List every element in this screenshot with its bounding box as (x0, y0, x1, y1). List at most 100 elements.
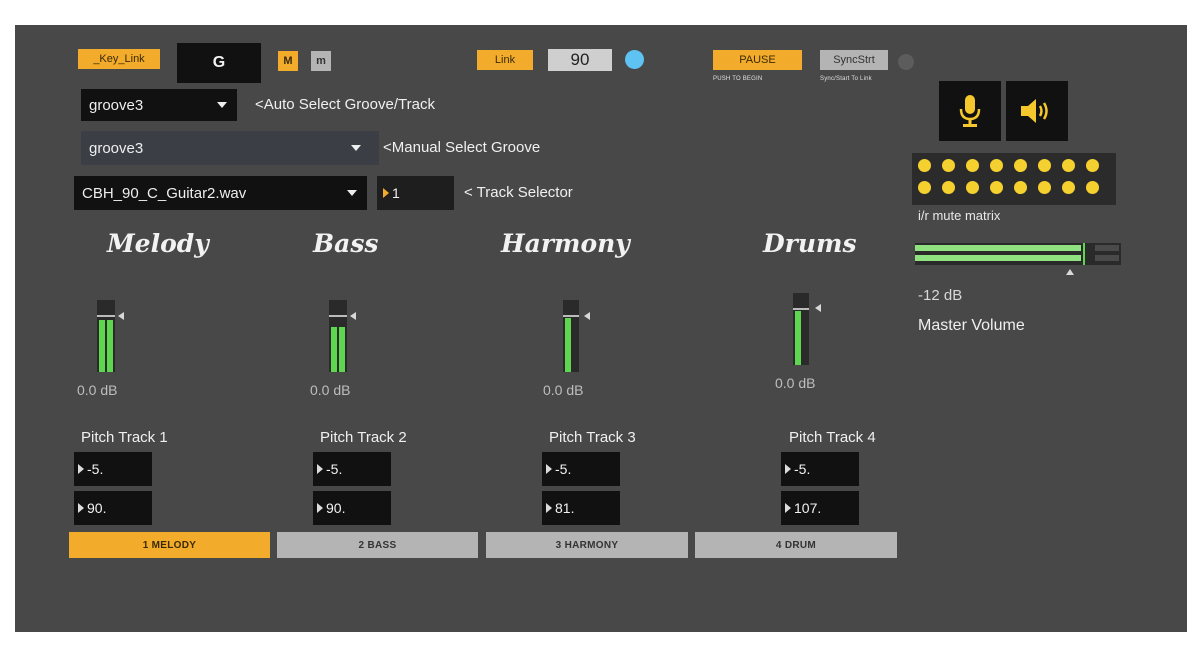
chevron-down-icon (351, 145, 361, 151)
pitch-track-label-4: Pitch Track 4 (789, 429, 876, 446)
meter-level-bass (331, 327, 337, 372)
fader-handle[interactable] (563, 315, 579, 317)
mute-dot[interactable] (990, 181, 1003, 194)
channel-title-drums: Drums (763, 229, 857, 258)
master-volume-marker (1066, 269, 1074, 275)
fader-handle[interactable] (793, 308, 809, 310)
triangle-right-icon (785, 464, 791, 474)
track-tempo-value-1: 90. (87, 500, 107, 516)
mute-dot[interactable] (966, 181, 979, 194)
triangle-right-icon (317, 503, 323, 513)
master-db-readout: -12 dB (918, 287, 963, 304)
meter-bass[interactable] (329, 300, 347, 372)
meter-level-drums (795, 311, 801, 365)
mute-dot[interactable] (918, 181, 931, 194)
transpose-field-2[interactable]: -5. (313, 452, 391, 486)
transpose-field-3[interactable]: -5. (542, 452, 620, 486)
manual-groove-label: <Manual Select Groove (383, 139, 541, 156)
sync-caption: Sync/Start To Link (820, 76, 872, 82)
pitch-track-label-1: Pitch Track 1 (81, 429, 168, 446)
chevron-down-icon (217, 102, 227, 108)
track-button-melody[interactable]: 1 MELODY (69, 532, 270, 558)
fader-handle[interactable] (329, 315, 347, 317)
key-link-button[interactable]: _Key_Link (78, 49, 160, 69)
mute-dot[interactable] (1086, 181, 1099, 194)
channel-title-harmony: Harmony (501, 229, 630, 258)
meter-level-bass-right (339, 327, 345, 372)
triangle-right-icon (546, 464, 552, 474)
mute-dot[interactable] (1038, 159, 1051, 172)
track-number-field[interactable]: 1 (377, 176, 454, 210)
meter-drums[interactable] (793, 293, 809, 365)
mute-dot[interactable] (942, 181, 955, 194)
file-value: CBH_90_C_Guitar2.wav (82, 184, 247, 202)
mute-dot[interactable] (1086, 159, 1099, 172)
mute-dot[interactable] (1038, 181, 1051, 194)
manual-groove-dropdown[interactable]: groove3 (81, 131, 379, 165)
fader-indicator (815, 304, 821, 312)
fader-handle[interactable] (97, 315, 115, 317)
transpose-value-4: -5. (794, 461, 811, 477)
db-readout-melody: 0.0 dB (77, 382, 118, 398)
track-button-bass[interactable]: 2 BASS (277, 532, 478, 558)
link-status-led (625, 50, 644, 69)
microphone-icon (959, 95, 981, 127)
speaker-button[interactable] (1006, 81, 1068, 141)
master-level-peak (1083, 243, 1085, 265)
device-panel: _Key_Link G M m Link 90 PAUSE PUSH TO BE… (15, 25, 1187, 632)
track-selector-label: < Track Selector (464, 184, 573, 201)
transpose-field-4[interactable]: -5. (781, 452, 859, 486)
fader-indicator (350, 312, 356, 320)
mute-matrix[interactable] (912, 153, 1116, 205)
mute-dot[interactable] (942, 159, 955, 172)
master-level-empty-right (1095, 255, 1119, 261)
key-display[interactable]: G (177, 43, 261, 83)
link-button[interactable]: Link (477, 50, 533, 70)
track-number-value: 1 (392, 185, 400, 201)
mute-dot[interactable] (1014, 181, 1027, 194)
triangle-right-icon (317, 464, 323, 474)
track-tempo-field-1[interactable]: 90. (74, 491, 152, 525)
track-tempo-value-4: 107. (794, 500, 822, 516)
auto-groove-dropdown[interactable]: groove3 (81, 89, 237, 121)
meter-level-harmony (565, 318, 571, 372)
manual-groove-value: groove3 (89, 139, 144, 157)
meter-level-melody (99, 320, 105, 372)
file-dropdown[interactable]: CBH_90_C_Guitar2.wav (74, 176, 367, 210)
sync-status-led (898, 54, 914, 70)
transpose-field-1[interactable]: -5. (74, 452, 152, 486)
auto-groove-value: groove3 (89, 96, 144, 114)
meter-melody[interactable] (97, 300, 115, 372)
track-tempo-field-4[interactable]: 107. (781, 491, 859, 525)
master-level-empty (1095, 245, 1119, 251)
mute-matrix-label: i/r mute matrix (918, 208, 1001, 223)
track-tempo-field-3[interactable]: 81. (542, 491, 620, 525)
minor-button[interactable]: m (311, 51, 331, 71)
sync-start-button[interactable]: SyncStrt (820, 50, 888, 70)
db-readout-bass: 0.0 dB (310, 382, 351, 398)
mic-button[interactable] (939, 81, 1001, 141)
mute-dot[interactable] (966, 159, 979, 172)
master-level-bar (915, 245, 1081, 251)
mute-dot[interactable] (990, 159, 1003, 172)
track-tempo-field-2[interactable]: 90. (313, 491, 391, 525)
track-button-drum[interactable]: 4 DRUM (695, 532, 897, 558)
triangle-right-icon (383, 188, 389, 198)
triangle-right-icon (785, 503, 791, 513)
fader-indicator (118, 312, 124, 320)
pause-button[interactable]: PAUSE (713, 50, 802, 70)
major-button[interactable]: M (278, 51, 298, 71)
tempo-field[interactable]: 90 (548, 49, 612, 71)
mute-dot[interactable] (1014, 159, 1027, 172)
meter-harmony[interactable] (563, 300, 579, 372)
mute-dot[interactable] (918, 159, 931, 172)
triangle-right-icon (78, 503, 84, 513)
track-button-harmony[interactable]: 3 HARMONY (486, 532, 688, 558)
fader-indicator (584, 312, 590, 320)
db-readout-drums: 0.0 dB (775, 375, 816, 391)
mute-dot[interactable] (1062, 159, 1075, 172)
mute-dot[interactable] (1062, 181, 1075, 194)
master-volume-slider[interactable] (915, 243, 1121, 265)
db-readout-harmony: 0.0 dB (543, 382, 584, 398)
master-volume-label: Master Volume (918, 317, 1025, 334)
